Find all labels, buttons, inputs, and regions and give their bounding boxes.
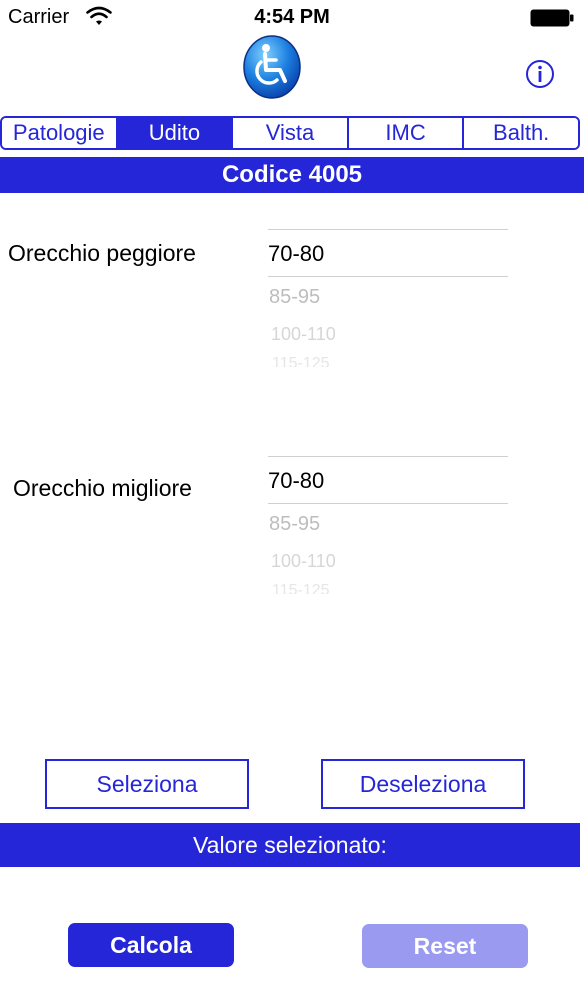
picker-option: 100-110 xyxy=(271,551,336,571)
select-button[interactable]: Seleziona xyxy=(45,759,249,809)
calculate-button[interactable]: Calcola xyxy=(68,923,234,967)
worse-ear-selected: 70-80 xyxy=(268,241,325,266)
worse-ear-label: Orecchio peggiore xyxy=(8,240,196,266)
reset-button[interactable]: Reset xyxy=(362,924,528,968)
tab-balth[interactable]: Balth. xyxy=(464,118,578,148)
segmented-tabs: Patologie Udito Vista IMC Balth. xyxy=(0,116,580,150)
picker-option: 100-110 xyxy=(271,324,336,344)
status-time: 4:54 PM xyxy=(254,6,330,28)
picker-option: 115-125 xyxy=(272,355,330,367)
picker-option: 85-95 xyxy=(269,513,321,535)
picker-option: 85-95 xyxy=(269,286,321,308)
better-ear-label: Orecchio migliore xyxy=(13,475,192,501)
tab-imc[interactable]: IMC xyxy=(348,118,465,148)
tab-udito[interactable]: Udito xyxy=(117,118,234,148)
selected-value-bar: Valore selezionato: xyxy=(0,823,580,867)
deselect-button[interactable]: Deseleziona xyxy=(321,759,525,809)
picker-option: 115-125 xyxy=(272,582,330,594)
better-ear-picker[interactable]: 70-80 85-95 100-110 115-125 xyxy=(268,456,508,601)
battery-icon xyxy=(530,9,574,27)
info-icon[interactable] xyxy=(525,59,555,89)
worse-ear-picker[interactable]: 70-80 85-95 100-110 115-125 xyxy=(268,229,508,374)
tab-vista[interactable]: Vista xyxy=(233,118,349,148)
page-title: Codice 4005 xyxy=(0,157,584,193)
better-ear-selected: 70-80 xyxy=(268,468,325,493)
wheelchair-logo-icon xyxy=(243,35,301,99)
tab-patologie[interactable]: Patologie xyxy=(2,118,118,148)
